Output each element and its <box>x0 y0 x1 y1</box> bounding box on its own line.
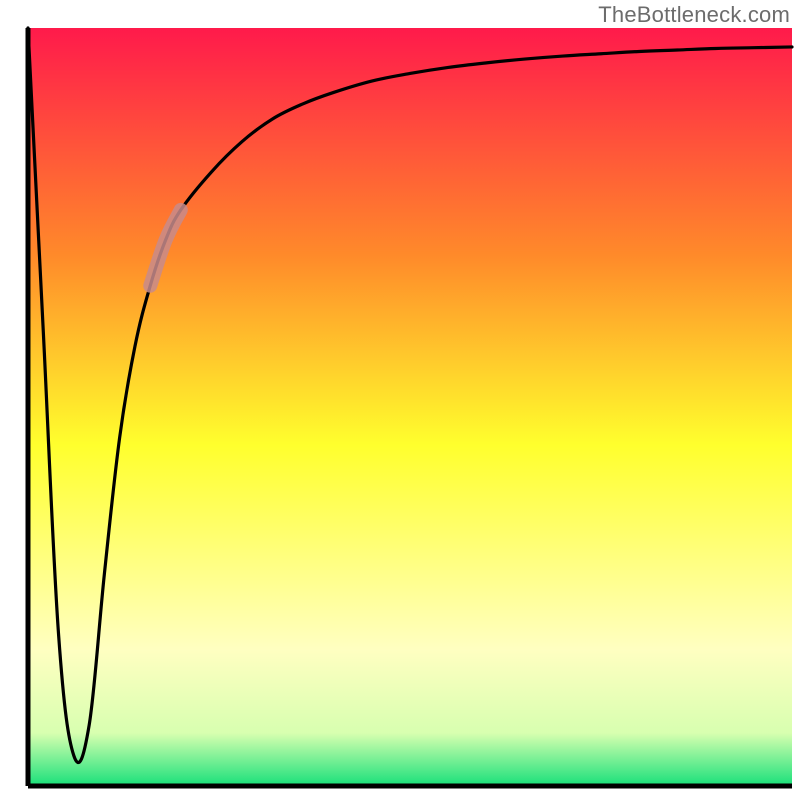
bottleneck-chart <box>0 0 800 800</box>
chart-stage: TheBottleneck.com <box>0 0 800 800</box>
plot-background <box>28 28 792 786</box>
watermark-label: TheBottleneck.com <box>598 2 790 28</box>
